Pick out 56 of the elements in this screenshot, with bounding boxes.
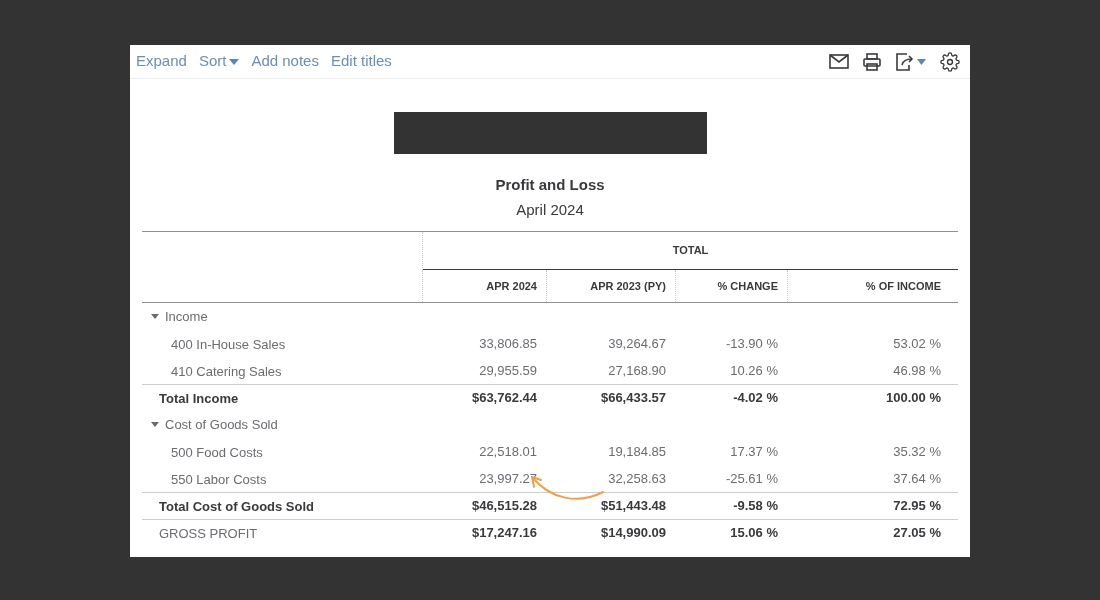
- amount-cell-text: 27.05 %: [893, 524, 941, 543]
- row-label: Income: [165, 307, 208, 326]
- amount-cell-text: -4.02 %: [733, 389, 778, 408]
- amount-cell-text: 46.98 %: [893, 361, 941, 380]
- toolbar-link[interactable]: Edit titles: [330, 50, 392, 73]
- report-period: April 2024: [516, 199, 584, 220]
- amount-cell-text: 39,264.67: [608, 334, 666, 353]
- amount-cell-text: 23,997.27: [479, 469, 537, 488]
- row-label: Total Income: [158, 391, 239, 406]
- sort-menu-button[interactable]: Sort: [198, 50, 240, 73]
- column-heading: % OF INCOME: [865, 278, 941, 294]
- amount-cell-text: 15.06 %: [730, 524, 778, 543]
- amount-cell-text: $17,247.16: [471, 524, 537, 543]
- amount-cell-text: $14,990.09: [600, 524, 666, 543]
- amount-cell-text: 19,184.85: [608, 442, 666, 461]
- amount-cell-text: $46,515.28: [471, 497, 537, 516]
- report-title: Profit and Loss: [495, 175, 605, 195]
- row-label: Total Cost of Goods Sold: [158, 499, 315, 514]
- row-label: 400 In-House Sales: [170, 336, 286, 352]
- amount-cell-text: 33,806.85: [479, 334, 537, 353]
- settings-icon[interactable]: [940, 51, 960, 72]
- row-label: Cost of Goods Sold: [165, 415, 278, 434]
- column-group-heading: TOTAL: [672, 243, 709, 259]
- caret-icon[interactable]: [151, 313, 159, 320]
- print-icon[interactable]: [863, 52, 881, 71]
- amount-cell-text: 17.37 %: [730, 442, 778, 461]
- row-label: 500 Food Costs: [170, 444, 263, 460]
- amount-cell-text: 32,258.63: [608, 469, 666, 488]
- amount-cell-text: 22,518.01: [479, 442, 537, 461]
- amount-cell-text: -13.90 %: [725, 334, 778, 353]
- column-heading: APR 2024: [486, 278, 537, 294]
- amount-cell-text: 29,955.59: [479, 361, 537, 380]
- caret-icon: [229, 58, 240, 65]
- amount-cell-text: 72.95 %: [893, 497, 941, 516]
- column-heading: APR 2023 (PY): [590, 278, 666, 294]
- amount-cell-text: 35.32 %: [893, 442, 941, 461]
- row-label: 410 Catering Sales: [170, 363, 282, 379]
- amount-cell-text: 100.00 %: [886, 389, 941, 408]
- amount-cell-text: -25.61 %: [725, 469, 778, 488]
- toolbar-link[interactable]: Expand: [136, 50, 187, 73]
- amount-cell-text: 37.64 %: [893, 469, 941, 488]
- amount-cell-text: 53.02 %: [893, 334, 941, 353]
- caret-icon[interactable]: [151, 421, 159, 428]
- amount-cell-text: $66,433.57: [600, 389, 666, 408]
- amount-cell-text: 27,168.90: [608, 361, 666, 380]
- amount-cell-text: 10.26 %: [730, 361, 778, 380]
- row-label: GROSS PROFIT: [158, 526, 258, 541]
- amount-cell-text: $51,443.48: [600, 497, 666, 516]
- amount-cell-text: -9.58 %: [733, 497, 778, 516]
- email-icon[interactable]: [829, 54, 849, 69]
- amount-cell-text: $63,762.44: [471, 389, 537, 408]
- caret-icon[interactable]: [917, 58, 926, 65]
- export-icon[interactable]: [895, 52, 915, 71]
- row-label: 550 Labor Costs: [170, 471, 267, 487]
- column-heading: % CHANGE: [717, 278, 778, 294]
- toolbar-link[interactable]: Add notes: [251, 50, 319, 73]
